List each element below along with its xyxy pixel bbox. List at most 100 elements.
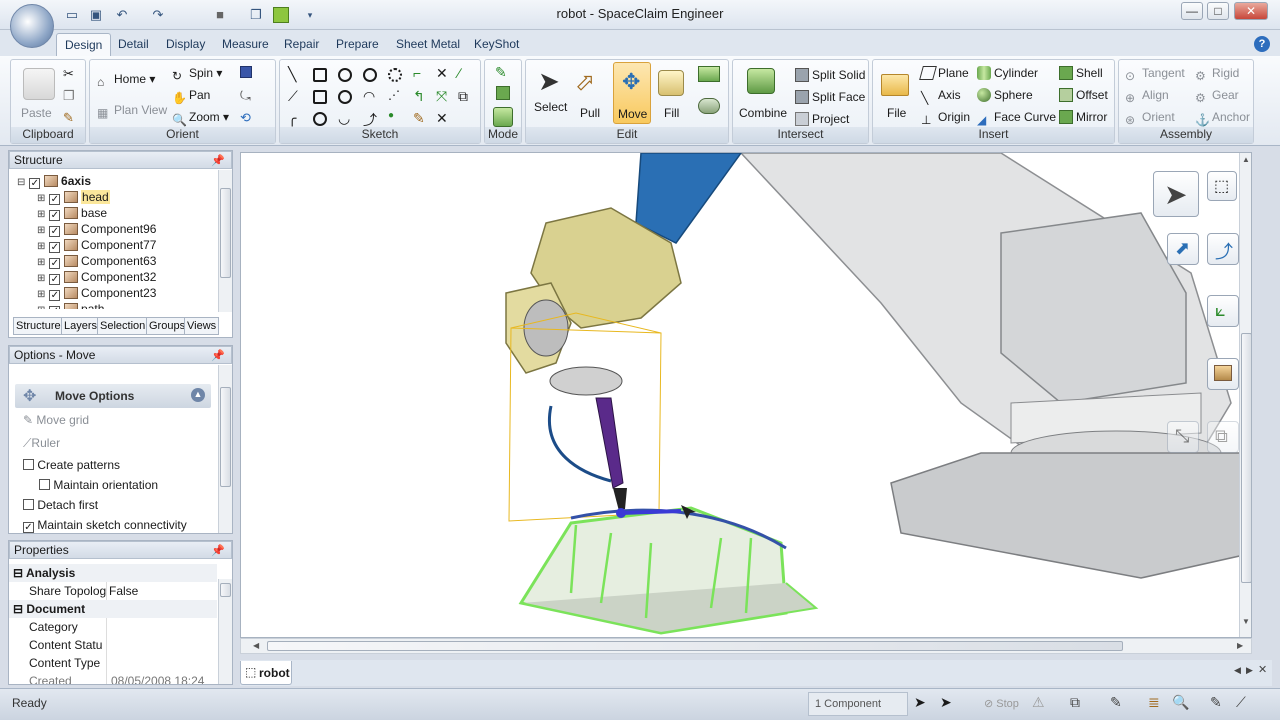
edit-status-icon[interactable]: ✎ bbox=[1210, 694, 1222, 711]
pan-button[interactable]: ✋ Pan bbox=[172, 88, 210, 105]
split-solid-button[interactable]: Split Solid bbox=[795, 68, 865, 82]
document-tab-robot[interactable]: ⬚ robot bbox=[240, 661, 292, 685]
robot-model-render[interactable] bbox=[241, 153, 1252, 638]
detach-first-option[interactable]: Detach first bbox=[23, 495, 98, 515]
axis-button[interactable]: ╲ Axis bbox=[921, 88, 961, 105]
tab-selection[interactable]: Selection bbox=[97, 317, 149, 335]
shell-button[interactable]: Shell bbox=[1059, 66, 1103, 80]
structure-scrollbar[interactable] bbox=[218, 170, 232, 312]
cursor-icon[interactable]: ➤ bbox=[940, 694, 952, 711]
home-button[interactable]: ⌂ Home ▾ bbox=[97, 72, 155, 89]
point-icon[interactable]: ⋰ bbox=[388, 88, 400, 102]
circle-icon[interactable] bbox=[338, 68, 352, 82]
move-grid-option[interactable]: ✎ Move grid bbox=[23, 410, 89, 430]
selection-count-box[interactable]: 1 Component bbox=[808, 692, 908, 716]
pin-icon[interactable]: 📌 bbox=[211, 153, 225, 170]
tree-checkbox[interactable]: ✓ bbox=[49, 226, 61, 237]
scrollbar-thumb[interactable] bbox=[220, 387, 231, 487]
combine-button[interactable]: Combine bbox=[739, 106, 787, 120]
sketch-view-icon[interactable]: ✎ bbox=[1110, 694, 1122, 711]
tree-item-component96[interactable]: ⊞ ✓ Component96 bbox=[37, 221, 156, 237]
circle-3pt-icon[interactable] bbox=[363, 68, 377, 82]
scroll-down-icon[interactable]: ▼ bbox=[1242, 617, 1250, 626]
property-row[interactable]: Share Topolog False bbox=[9, 582, 217, 600]
properties-scrollbar[interactable] bbox=[218, 579, 232, 684]
maintain-orientation-checkbox[interactable] bbox=[39, 479, 50, 490]
viewport-vscroll[interactable]: ▲ ▼ bbox=[1239, 153, 1251, 637]
tab-structure[interactable]: Structure bbox=[13, 317, 64, 335]
scrollbar-thumb[interactable] bbox=[1241, 333, 1251, 583]
pattern-tool-button[interactable]: ⧉ bbox=[1207, 421, 1239, 453]
replace-icon[interactable] bbox=[698, 98, 720, 114]
snap-view-icon[interactable]: ⤿ bbox=[240, 88, 251, 104]
stop-button[interactable]: ⊘ Stop bbox=[980, 693, 1023, 715]
zoom-button[interactable]: 🔍 Zoom ▾ bbox=[172, 110, 229, 127]
maintain-sketch-checkbox[interactable]: ✓ bbox=[23, 522, 34, 533]
sweep-arc-icon[interactable]: ◠ bbox=[363, 88, 375, 105]
create-patterns-option[interactable]: Create patterns bbox=[23, 455, 120, 475]
scroll-right-icon[interactable]: ▶ bbox=[1237, 641, 1243, 650]
arc-icon[interactable] bbox=[338, 90, 352, 104]
anchor-button[interactable]: ⚓ Anchor bbox=[1195, 110, 1250, 127]
rigid-button[interactable]: ⚙ Rigid bbox=[1195, 66, 1239, 83]
scrollbar-thumb[interactable] bbox=[220, 188, 231, 278]
blend-icon[interactable] bbox=[698, 66, 720, 82]
pin-icon[interactable]: 📌 bbox=[211, 348, 225, 365]
display-style-icon[interactable]: ⧉ bbox=[1070, 694, 1080, 711]
tree-checkbox[interactable]: ✓ bbox=[49, 242, 61, 253]
split-curve-icon[interactable]: ✕ bbox=[436, 110, 448, 127]
close-button[interactable]: ✕ bbox=[1234, 2, 1268, 20]
tangent-line-icon[interactable]: ⌐ bbox=[413, 65, 421, 81]
help-icon[interactable]: ? bbox=[1254, 36, 1270, 52]
align-button[interactable]: ⊕ Align bbox=[1125, 88, 1169, 105]
select-button[interactable]: Select bbox=[534, 100, 567, 114]
cylinder-button[interactable]: Cylinder bbox=[977, 66, 1038, 80]
tab-layers[interactable]: Layers bbox=[61, 317, 101, 335]
collapse-chevron-icon[interactable]: ▲ bbox=[191, 388, 205, 402]
property-row[interactable]: Content Statu bbox=[9, 636, 217, 654]
edit-curve-icon[interactable]: ✎ bbox=[413, 110, 425, 127]
sphere-button[interactable]: Sphere bbox=[977, 88, 1033, 102]
cut-icon[interactable]: ✂ bbox=[63, 66, 74, 82]
paste-button[interactable]: Paste bbox=[21, 106, 52, 120]
tree-item-component77[interactable]: ⊞ ✓ Component77 bbox=[37, 237, 156, 253]
zoom-status-icon[interactable]: 🔍 bbox=[1172, 694, 1189, 711]
tree-checkbox[interactable]: ✓ bbox=[29, 178, 41, 189]
section-mode-icon[interactable] bbox=[496, 86, 510, 100]
tree-item-component23[interactable]: ⊞ ✓ Component23 bbox=[37, 285, 156, 301]
tab-views[interactable]: Views bbox=[184, 317, 220, 335]
document-section[interactable]: ⊟ Document bbox=[9, 600, 217, 618]
property-row[interactable]: Created 08/05/2008 18:24 bbox=[9, 672, 217, 684]
spline-icon[interactable]: ∕ bbox=[458, 65, 460, 81]
scroll-left-icon[interactable]: ◀ bbox=[253, 641, 259, 650]
project-button[interactable]: Project bbox=[795, 112, 849, 126]
tab-design[interactable]: Design bbox=[56, 33, 112, 56]
tab-keyshot[interactable]: KeyShot bbox=[466, 33, 527, 56]
ellipse-icon[interactable] bbox=[388, 68, 402, 82]
three-point-arc-icon[interactable]: ◡ bbox=[338, 110, 350, 127]
mirror-button[interactable]: Mirror bbox=[1059, 110, 1107, 124]
ruler-tool-button[interactable] bbox=[1207, 358, 1239, 390]
tree-item-component63[interactable]: ⊞ ✓ Component63 bbox=[37, 253, 156, 269]
orient-button[interactable]: ⊛ Orient bbox=[1125, 110, 1175, 127]
tangent-button[interactable]: ⊙ Tangent bbox=[1125, 66, 1185, 83]
project-curve-icon[interactable]: ⧉ bbox=[458, 88, 468, 105]
ruler-option[interactable]: ⟋Ruler bbox=[23, 433, 60, 453]
app-menu-logo-icon[interactable] bbox=[10, 4, 54, 48]
spin-button[interactable]: ↻ Spin ▾ bbox=[172, 66, 222, 83]
tree-item-path[interactable]: ⊞ ✓ path bbox=[37, 301, 156, 309]
property-row[interactable]: Category bbox=[9, 618, 217, 636]
tab-groups[interactable]: Groups bbox=[146, 317, 189, 335]
trim-icon[interactable]: ✕ bbox=[436, 65, 448, 82]
tree-checkbox[interactable]: ✓ bbox=[49, 194, 61, 205]
tab-display[interactable]: Display bbox=[158, 33, 213, 56]
layers-icon[interactable]: ≣ bbox=[1148, 694, 1160, 711]
tree-checkbox[interactable]: ✓ bbox=[49, 258, 61, 269]
origin-button[interactable]: ⊥ Origin bbox=[921, 110, 970, 127]
maximize-button[interactable]: □ bbox=[1207, 2, 1229, 20]
tab-detail[interactable]: Detail bbox=[110, 33, 157, 56]
construction-line-icon[interactable]: ⟋ bbox=[288, 88, 298, 105]
expand-icon[interactable]: ⊞ bbox=[37, 303, 46, 309]
move-options-header[interactable]: ✥ Move Options ▲ bbox=[15, 384, 211, 408]
options-scrollbar[interactable] bbox=[218, 365, 232, 533]
